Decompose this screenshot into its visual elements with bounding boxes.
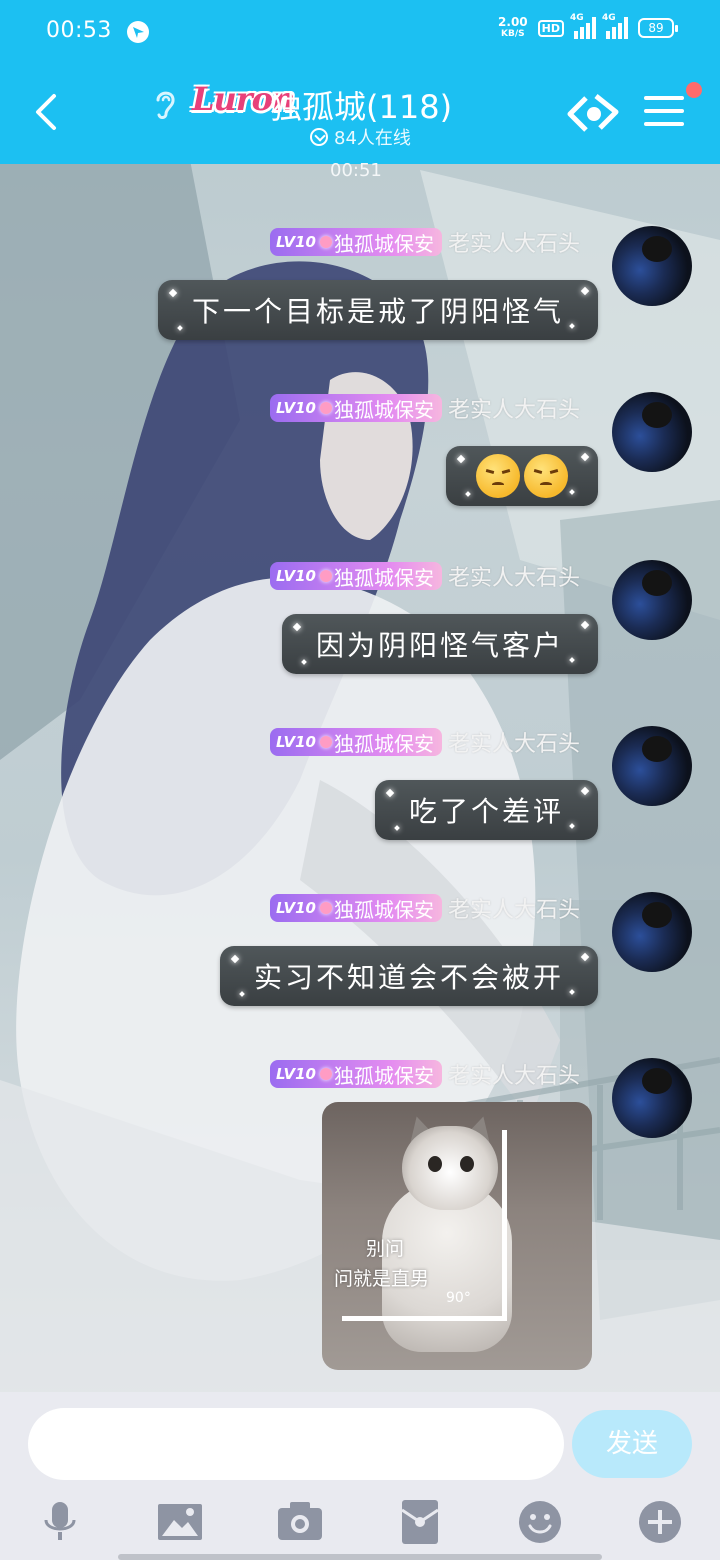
heart-icon — [319, 570, 332, 582]
level-badge: LV10 独孤城保安 — [270, 394, 442, 422]
heart-icon — [319, 402, 332, 414]
image-icon[interactable] — [156, 1498, 204, 1546]
heart-icon — [319, 1068, 332, 1080]
group-title[interactable]: 独孤城(118) — [270, 82, 452, 128]
message-timestamp: 00:51 — [330, 160, 382, 181]
level-badge: LV10 独孤城保安 — [270, 728, 442, 756]
sender-nickname[interactable]: 老实人大石头 — [448, 392, 580, 424]
sender-nickname[interactable]: 老实人大石头 — [448, 560, 580, 592]
online-count[interactable]: 84人在线 — [310, 124, 411, 150]
sender-meta: LV10 独孤城保安 老实人大石头 — [270, 1058, 580, 1090]
angry-face-icon — [476, 454, 520, 498]
message-text: 吃了个差评 — [408, 795, 564, 828]
signal-2-label: 4G — [602, 13, 616, 23]
title-badge-label: 独孤城保安 — [333, 397, 434, 422]
meme-caption-line1: 别问 — [366, 1238, 405, 1260]
heart-icon — [319, 902, 332, 914]
meme-caption-line2: 问就是直男 — [334, 1268, 430, 1290]
title-badge-label: 独孤城保安 — [333, 231, 434, 256]
notification-dot — [686, 82, 702, 98]
message-text: 因为阴阳怪气客户 — [315, 629, 564, 662]
heart-icon — [319, 736, 332, 748]
status-indicators: 2.00 KB/S HD 4G 4G 89 — [498, 13, 678, 40]
input-bar: 发送 — [0, 1392, 720, 1560]
title-badge-label: 独孤城保安 — [333, 565, 434, 590]
signal-1-label: 4G — [570, 13, 584, 23]
title-badge-label: 独孤城保安 — [333, 1063, 434, 1088]
battery-icon: 89 — [638, 18, 678, 38]
angle-label: 90° — [446, 1290, 471, 1306]
level-badge: LV10 独孤城保安 — [270, 562, 442, 590]
cat-head — [402, 1126, 498, 1210]
sender-nickname[interactable]: 老实人大石头 — [448, 1058, 580, 1090]
status-time: 00:53 — [46, 18, 112, 43]
avatar[interactable] — [612, 392, 692, 472]
level-label: LV10 — [276, 233, 316, 251]
heart-icon — [319, 236, 332, 248]
level-badge: LV10 独孤城保安 — [270, 228, 442, 256]
avatar[interactable] — [612, 1058, 692, 1138]
meme-image[interactable]: 别问 问就是直男 90° — [322, 1102, 592, 1370]
chat-header: Luron 独孤城(118) 84人在线 — [0, 64, 720, 164]
avatar[interactable] — [612, 560, 692, 640]
message-input[interactable] — [28, 1408, 564, 1480]
send-button[interactable]: 发送 — [572, 1410, 692, 1478]
signal-icon: 4G — [602, 13, 628, 39]
avatar[interactable] — [612, 892, 692, 972]
menu-icon[interactable] — [644, 96, 684, 130]
back-arrow-icon[interactable] — [28, 92, 64, 132]
message-bubble[interactable] — [446, 446, 598, 506]
level-label: LV10 — [276, 567, 316, 585]
sender-meta: LV10 独孤城保安 老实人大石头 — [270, 560, 580, 592]
red-packet-icon[interactable] — [396, 1498, 444, 1546]
level-badge: LV10 独孤城保安 — [270, 894, 442, 922]
sender-meta: LV10 独孤城保安 老实人大石头 — [270, 392, 580, 424]
camera-icon[interactable] — [276, 1498, 324, 1546]
ear-icon[interactable] — [152, 86, 178, 120]
avatar[interactable] — [612, 226, 692, 306]
hd-badge: HD — [537, 19, 564, 37]
title-badge-label: 独孤城保安 — [333, 897, 434, 922]
sender-meta: LV10 独孤城保安 老实人大石头 — [270, 892, 580, 924]
level-label: LV10 — [276, 733, 316, 751]
level-label: LV10 — [276, 399, 316, 417]
chevron-down-icon — [310, 128, 328, 146]
network-speed: 2.00 KB/S — [498, 16, 528, 40]
message-bubble[interactable]: 实习不知道会不会被开 — [219, 946, 598, 1006]
status-bar: 00:53 2.00 KB/S HD 4G 4G 89 — [0, 0, 720, 64]
input-toolbar — [0, 1492, 720, 1552]
sender-meta: LV10 独孤城保安 老实人大石头 — [270, 726, 580, 758]
sender-nickname[interactable]: 老实人大石头 — [448, 892, 580, 924]
level-badge: LV10 独孤城保安 — [270, 1060, 442, 1088]
message-bubble[interactable]: 下一个目标是戒了阴阳怪气 — [157, 280, 598, 340]
message-text: 下一个目标是戒了阴阳怪气 — [191, 295, 564, 328]
message-text: 实习不知道会不会被开 — [253, 961, 564, 994]
sender-nickname[interactable]: 老实人大石头 — [448, 226, 580, 258]
chat-list[interactable]: 00:51 LV10 独孤城保安 老实人大石头 下一个目标是戒了阴阳怪气 LV1… — [0, 160, 720, 1392]
angry-face-icon — [524, 454, 568, 498]
share-link-icon[interactable] — [566, 90, 622, 136]
message-bubble[interactable]: 因为阴阳怪气客户 — [281, 614, 598, 674]
sender-nickname[interactable]: 老实人大石头 — [448, 726, 580, 758]
level-label: LV10 — [276, 1065, 316, 1083]
level-label: LV10 — [276, 899, 316, 917]
network-speed-value: 2.00 — [498, 15, 528, 29]
microphone-icon[interactable] — [36, 1498, 84, 1546]
signal-icon: 4G — [570, 13, 596, 39]
sender-meta: LV10 独孤城保安 老实人大石头 — [270, 226, 580, 258]
home-indicator[interactable] — [118, 1554, 602, 1560]
online-count-label: 84人在线 — [334, 128, 411, 149]
network-speed-unit: KB/S — [501, 29, 525, 39]
location-icon — [127, 21, 149, 43]
title-badge-label: 独孤城保安 — [333, 731, 434, 756]
message-bubble[interactable]: 吃了个差评 — [374, 780, 598, 840]
meme-caption: 别问 问就是直男 — [334, 1234, 429, 1294]
emoji-icon[interactable] — [516, 1498, 564, 1546]
plus-icon[interactable] — [636, 1498, 684, 1546]
avatar[interactable] — [612, 726, 692, 806]
